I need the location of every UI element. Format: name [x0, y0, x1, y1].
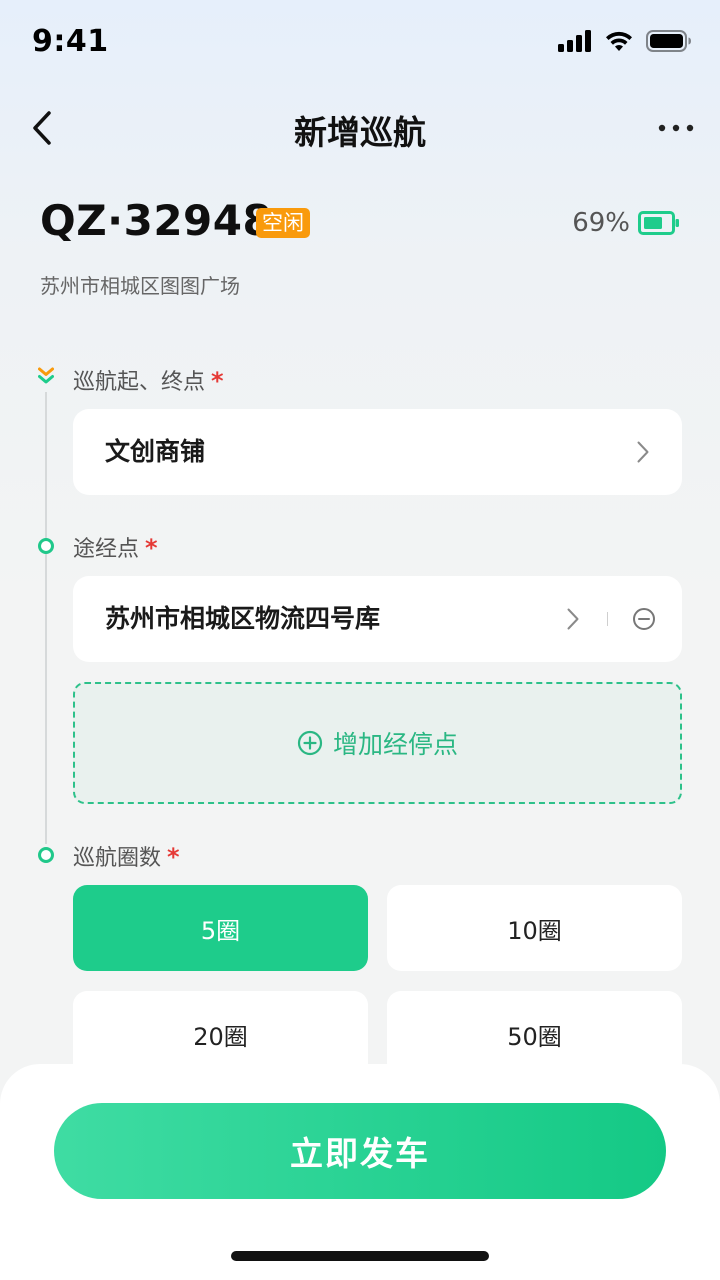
chevron-right-icon — [637, 441, 649, 463]
required-mark: * — [145, 534, 158, 562]
status-icons — [558, 30, 692, 52]
minus-circle-icon[interactable] — [632, 607, 656, 631]
start-end-label: 巡航起、终点 * — [73, 364, 224, 396]
start-end-value: 文创商铺 — [105, 437, 206, 466]
nav-bar: 新增巡航 — [0, 92, 720, 164]
required-mark: * — [167, 843, 180, 871]
laps-label-text: 巡航圈数 — [73, 846, 162, 871]
laps-label: 巡航圈数 * — [73, 840, 180, 872]
more-dots-icon — [658, 124, 694, 132]
more-button[interactable] — [654, 106, 698, 150]
add-stop-label: 增加经停点 — [332, 730, 458, 759]
battery-icon — [638, 211, 679, 235]
wifi-icon — [606, 31, 632, 51]
divider — [607, 612, 608, 626]
required-mark: * — [211, 367, 224, 395]
page-title: 新增巡航 — [294, 113, 426, 152]
chevron-right-icon[interactable] — [566, 607, 580, 631]
double-chevron-down-icon — [38, 367, 54, 389]
start-end-label-text: 巡航起、终点 — [73, 370, 206, 395]
waypoint-label: 途经点 * — [73, 531, 158, 563]
status-badge: 空闲 — [256, 208, 310, 238]
timeline-dot-waypoint — [38, 538, 54, 554]
timeline-line — [45, 392, 47, 844]
waypoint-item[interactable]: 苏州市相城区物流四号库 — [73, 576, 682, 662]
vehicle-battery: 69% — [572, 208, 680, 238]
waypoint-label-text: 途经点 — [73, 537, 140, 562]
vehicle-plate: QZ·32948 — [40, 196, 273, 245]
depart-now-button[interactable]: 立即发车 — [54, 1103, 666, 1199]
vehicle-header: QZ·32948 空闲 69% — [40, 196, 680, 256]
status-battery-icon — [646, 30, 691, 52]
battery-percent: 69% — [572, 208, 630, 238]
home-indicator — [231, 1251, 489, 1261]
add-stop-button[interactable]: 增加经停点 — [73, 682, 682, 804]
start-end-selector[interactable]: 文创商铺 — [73, 409, 682, 495]
timeline-dot-laps — [38, 847, 54, 863]
plus-circle-icon — [297, 730, 323, 756]
cellular-signal-icon — [558, 30, 591, 52]
status-bar: 9:41 — [0, 0, 720, 84]
lap-option-5[interactable]: 5圈 — [73, 885, 368, 971]
status-time: 9:41 — [32, 24, 109, 59]
lap-option-10[interactable]: 10圈 — [387, 885, 682, 971]
waypoint-value: 苏州市相城区物流四号库 — [105, 604, 381, 633]
vehicle-location: 苏州市相城区图图广场 — [40, 274, 240, 298]
